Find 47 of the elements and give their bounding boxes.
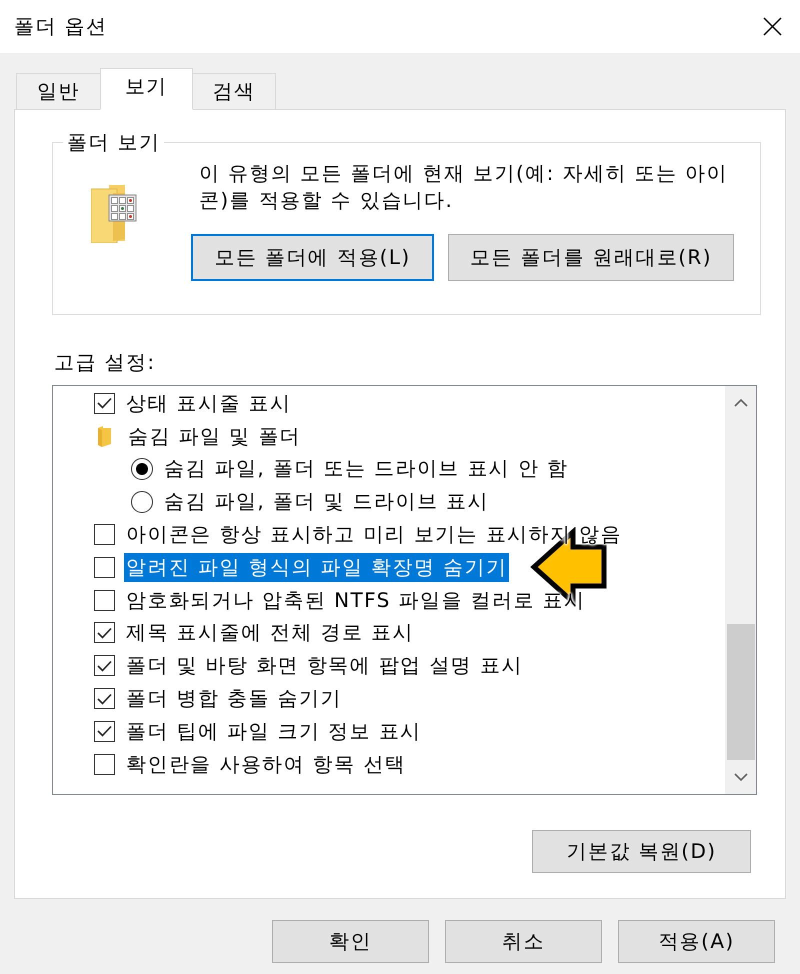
checkmark-icon xyxy=(97,626,112,639)
option-label[interactable]: 숨김 파일, 폴더 또는 드라이브 표시 안 함 xyxy=(162,454,570,484)
checkbox[interactable] xyxy=(94,655,115,676)
checkmark-icon xyxy=(97,692,112,705)
scroll-up-icon[interactable] xyxy=(734,399,748,407)
option-label[interactable]: 숨김 파일, 폴더 및 드라이브 표시 xyxy=(162,487,491,516)
checkbox[interactable] xyxy=(94,688,115,710)
option-label[interactable]: 상태 표시줄 표시 xyxy=(124,388,294,418)
option-label[interactable]: 확인란을 사용하여 항목 선택 xyxy=(124,750,408,779)
checkbox[interactable] xyxy=(94,524,115,546)
tab[interactable]: 검색 xyxy=(192,73,276,109)
option-label[interactable]: 제목 표시줄에 전체 경로 표시 xyxy=(124,618,416,648)
group-title: 폴더 보기 xyxy=(66,129,162,156)
scrollbar-thumb[interactable] xyxy=(727,624,755,760)
dialog-button[interactable]: 확인 xyxy=(272,920,429,963)
reset-folders-button[interactable]: 모든 폴더를 원래대로(R) xyxy=(448,234,734,281)
option-label[interactable]: 아이콘은 항상 표시하고 미리 보기는 표시하지 않음 xyxy=(124,520,624,550)
window-title: 폴더 옵션 xyxy=(14,13,108,40)
checkbox[interactable] xyxy=(94,556,115,578)
scrollbar[interactable] xyxy=(725,386,756,794)
option-label[interactable]: 알려진 파일 형식의 파일 확장명 숨기기 xyxy=(124,552,510,582)
checkbox[interactable] xyxy=(94,754,115,775)
option-label[interactable]: 폴더 병합 충돌 숨기기 xyxy=(124,684,344,714)
checkmark-icon xyxy=(97,725,112,738)
tab[interactable]: 보기 xyxy=(100,68,193,110)
scroll-down-icon[interactable] xyxy=(734,773,748,781)
checkbox[interactable] xyxy=(94,392,115,414)
checkmark-icon xyxy=(97,660,112,672)
checkbox[interactable] xyxy=(94,720,115,742)
checkmark-icon xyxy=(97,397,112,410)
group-label[interactable]: 숨김 파일 및 폴더 xyxy=(126,422,304,451)
folder-grid-icon xyxy=(91,185,137,243)
dialog-button[interactable]: 적용(A) xyxy=(618,920,775,963)
tab[interactable]: 일반 xyxy=(16,73,101,109)
dialog-button[interactable]: 취소 xyxy=(445,920,602,963)
description-text: 이 유형의 모든 폴더에 현재 보기(예: 자세히 또는 아이콘)를 적용할 수 있습니다. xyxy=(199,160,729,214)
checkbox[interactable] xyxy=(94,590,115,611)
checkbox[interactable] xyxy=(94,622,115,644)
apply-to-folders-button[interactable]: 모든 폴더에 적용(L) xyxy=(191,234,434,281)
restore-defaults-button[interactable]: 기본값 복원(D) xyxy=(532,830,751,873)
option-label[interactable]: 폴더 팁에 파일 크기 정보 표시 xyxy=(124,716,424,746)
radio-button[interactable] xyxy=(131,490,153,513)
close-icon xyxy=(762,17,782,36)
option-label[interactable]: 폴더 및 바탕 화면 항목에 팝업 설명 표시 xyxy=(124,651,525,680)
section-label: 고급 설정: xyxy=(54,349,156,376)
folder-icon xyxy=(98,426,111,447)
radio-button[interactable] xyxy=(131,458,153,480)
